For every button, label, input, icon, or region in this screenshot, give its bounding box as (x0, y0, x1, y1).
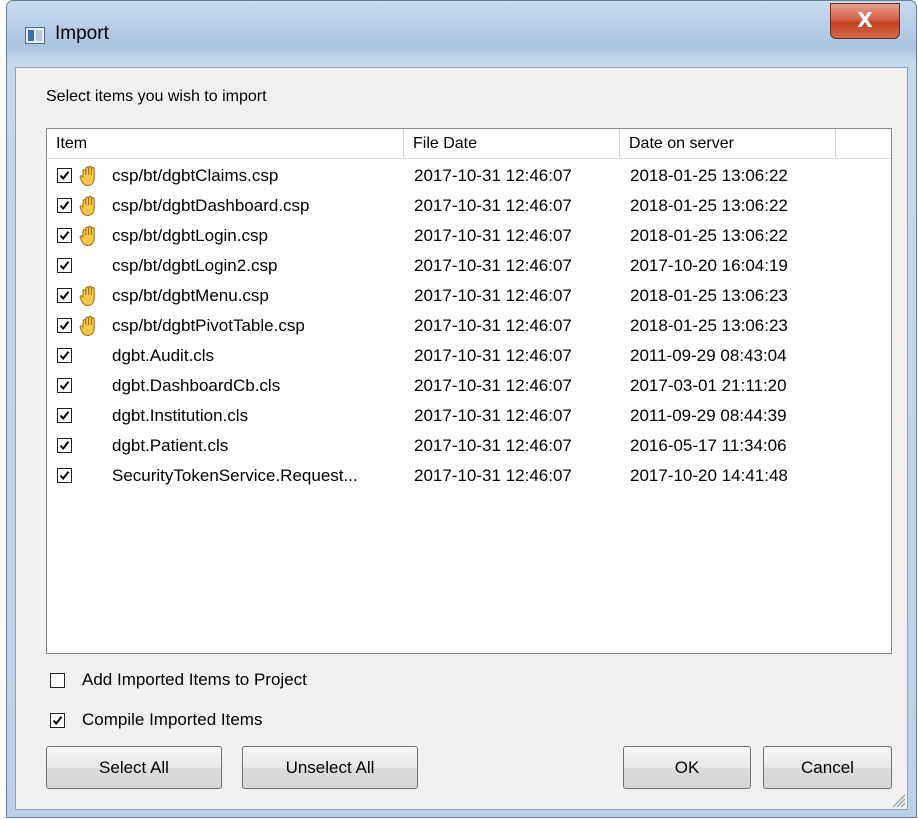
cancel-button[interactable]: Cancel (763, 746, 892, 789)
file-date: 2017-10-31 12:46:07 (414, 316, 572, 335)
hand-icon (77, 164, 101, 188)
server-date: 2016-05-17 11:34:06 (630, 436, 787, 455)
row-checkbox[interactable] (57, 438, 72, 453)
file-date: 2017-10-31 12:46:07 (414, 406, 572, 425)
column-header-file-date[interactable]: File Date (404, 129, 620, 157)
row-checkbox[interactable] (57, 318, 72, 333)
select-all-button[interactable]: Select All (46, 746, 222, 789)
table-row[interactable]: dgbt.Patient.cls 2017-10-31 12:46:07 2016-… (47, 431, 891, 461)
column-header-date-on-server[interactable]: Date on server (620, 129, 836, 157)
column-header-item[interactable]: Item (47, 129, 404, 157)
file-date: 2017-10-31 12:46:07 (414, 286, 572, 305)
compile-label: Compile Imported Items (82, 710, 263, 729)
file-date: 2017-10-31 12:46:07 (414, 166, 572, 185)
row-checkbox[interactable] (57, 468, 72, 483)
item-name: csp/bt/dgbtMenu.csp (112, 286, 269, 305)
table-row[interactable]: csp/bt/dgbtMenu.csp 2017-10-31 12:46:07 20… (47, 281, 891, 311)
hand-icon (77, 224, 101, 248)
close-icon: X (857, 8, 873, 32)
row-checkbox[interactable] (57, 168, 72, 183)
unselect-all-button[interactable]: Unselect All (242, 746, 418, 789)
hand-icon (77, 194, 101, 218)
window-title: Import (55, 23, 109, 44)
row-checkbox[interactable] (57, 288, 72, 303)
table-row[interactable]: dgbt.DashboardCb.cls 2017-10-31 12:46:07 2… (47, 371, 891, 401)
server-date: 2017-10-20 14:41:48 (630, 466, 788, 485)
add-to-project-label: Add Imported Items to Project (82, 670, 307, 689)
server-date: 2017-03-01 21:11:20 (630, 376, 787, 395)
server-date: 2018-01-25 13:06:22 (630, 196, 788, 215)
server-date: 2017-10-20 16:04:19 (630, 256, 788, 275)
ok-button[interactable]: OK (623, 746, 751, 789)
table-row[interactable]: csp/bt/dgbtLogin2.csp 2017-10-31 12:46:07… (47, 251, 891, 281)
item-name: csp/bt/dgbtLogin.csp (112, 226, 268, 245)
item-name: csp/bt/dgbtDashboard.csp (112, 196, 310, 215)
table-row[interactable]: csp/bt/dgbtLogin.csp 2017-10-31 12:46:07 2… (47, 221, 891, 251)
row-checkbox[interactable] (57, 258, 72, 273)
list-header: Item File Date Date on server (47, 129, 891, 159)
row-checkbox[interactable] (57, 198, 72, 213)
server-date: 2018-01-25 13:06:23 (630, 316, 788, 335)
instruction-label: Select items you wish to import (46, 88, 267, 105)
item-name: csp/bt/dgbtLogin2.csp (112, 256, 278, 275)
item-name: SecurityTokenService.Request... (112, 466, 358, 485)
item-name: dgbt.Institution.cls (112, 406, 249, 425)
add-to-project-checkbox[interactable] (50, 673, 65, 688)
close-button[interactable]: X (830, 3, 900, 39)
file-date: 2017-10-31 12:46:07 (414, 226, 572, 245)
import-window-icon (25, 27, 45, 44)
file-date: 2017-10-31 12:46:07 (414, 346, 572, 365)
table-row[interactable]: csp/bt/dgbtClaims.csp 2017-10-31 12:46:07… (47, 161, 891, 191)
item-name: csp/bt/dgbtPivotTable.csp (112, 316, 305, 335)
table-row[interactable]: csp/bt/dgbtPivotTable.csp 2017-10-31 12:4… (47, 311, 891, 341)
file-date: 2017-10-31 12:46:07 (414, 376, 572, 395)
table-row[interactable]: SecurityTokenService.Request... 2017-10-3… (47, 461, 891, 491)
import-dialog: Import X Select items you wish to import… (6, 0, 917, 818)
item-name: dgbt.DashboardCb.cls (112, 376, 281, 395)
server-date: 2018-01-25 13:06:22 (630, 166, 788, 185)
dialog-body: Select items you wish to import Item Fil… (15, 67, 908, 810)
row-checkbox[interactable] (57, 228, 72, 243)
file-date: 2017-10-31 12:46:07 (414, 256, 572, 275)
column-header-filler (836, 129, 891, 157)
hand-icon (77, 284, 101, 308)
resize-grip-icon[interactable] (890, 792, 906, 808)
file-date: 2017-10-31 12:46:07 (414, 196, 572, 215)
hand-icon (77, 314, 101, 338)
server-date: 2018-01-25 13:06:23 (630, 286, 788, 305)
server-date: 2011-09-29 08:44:39 (630, 406, 787, 425)
row-checkbox[interactable] (57, 378, 72, 393)
item-name: dgbt.Patient.cls (112, 436, 229, 455)
row-checkbox[interactable] (57, 408, 72, 423)
row-checkbox[interactable] (57, 348, 72, 363)
items-list[interactable]: Item File Date Date on server csp/bt/dgb… (46, 128, 892, 654)
file-date: 2017-10-31 12:46:07 (414, 466, 572, 485)
table-row[interactable]: dgbt.Institution.cls 2017-10-31 12:46:07 2… (47, 401, 891, 431)
table-row[interactable]: csp/bt/dgbtDashboard.csp 2017-10-31 12:46… (47, 191, 891, 221)
file-date: 2017-10-31 12:46:07 (414, 436, 572, 455)
server-date: 2018-01-25 13:06:22 (630, 226, 788, 245)
server-date: 2011-09-29 08:43:04 (630, 346, 787, 365)
title-bar[interactable]: Import X (7, 1, 916, 67)
table-row[interactable]: dgbt.Audit.cls 2017-10-31 12:46:07 2011-09… (47, 341, 891, 371)
compile-checkbox[interactable] (50, 713, 65, 728)
item-name: csp/bt/dgbtClaims.csp (112, 166, 279, 185)
item-name: dgbt.Audit.cls (112, 346, 215, 365)
